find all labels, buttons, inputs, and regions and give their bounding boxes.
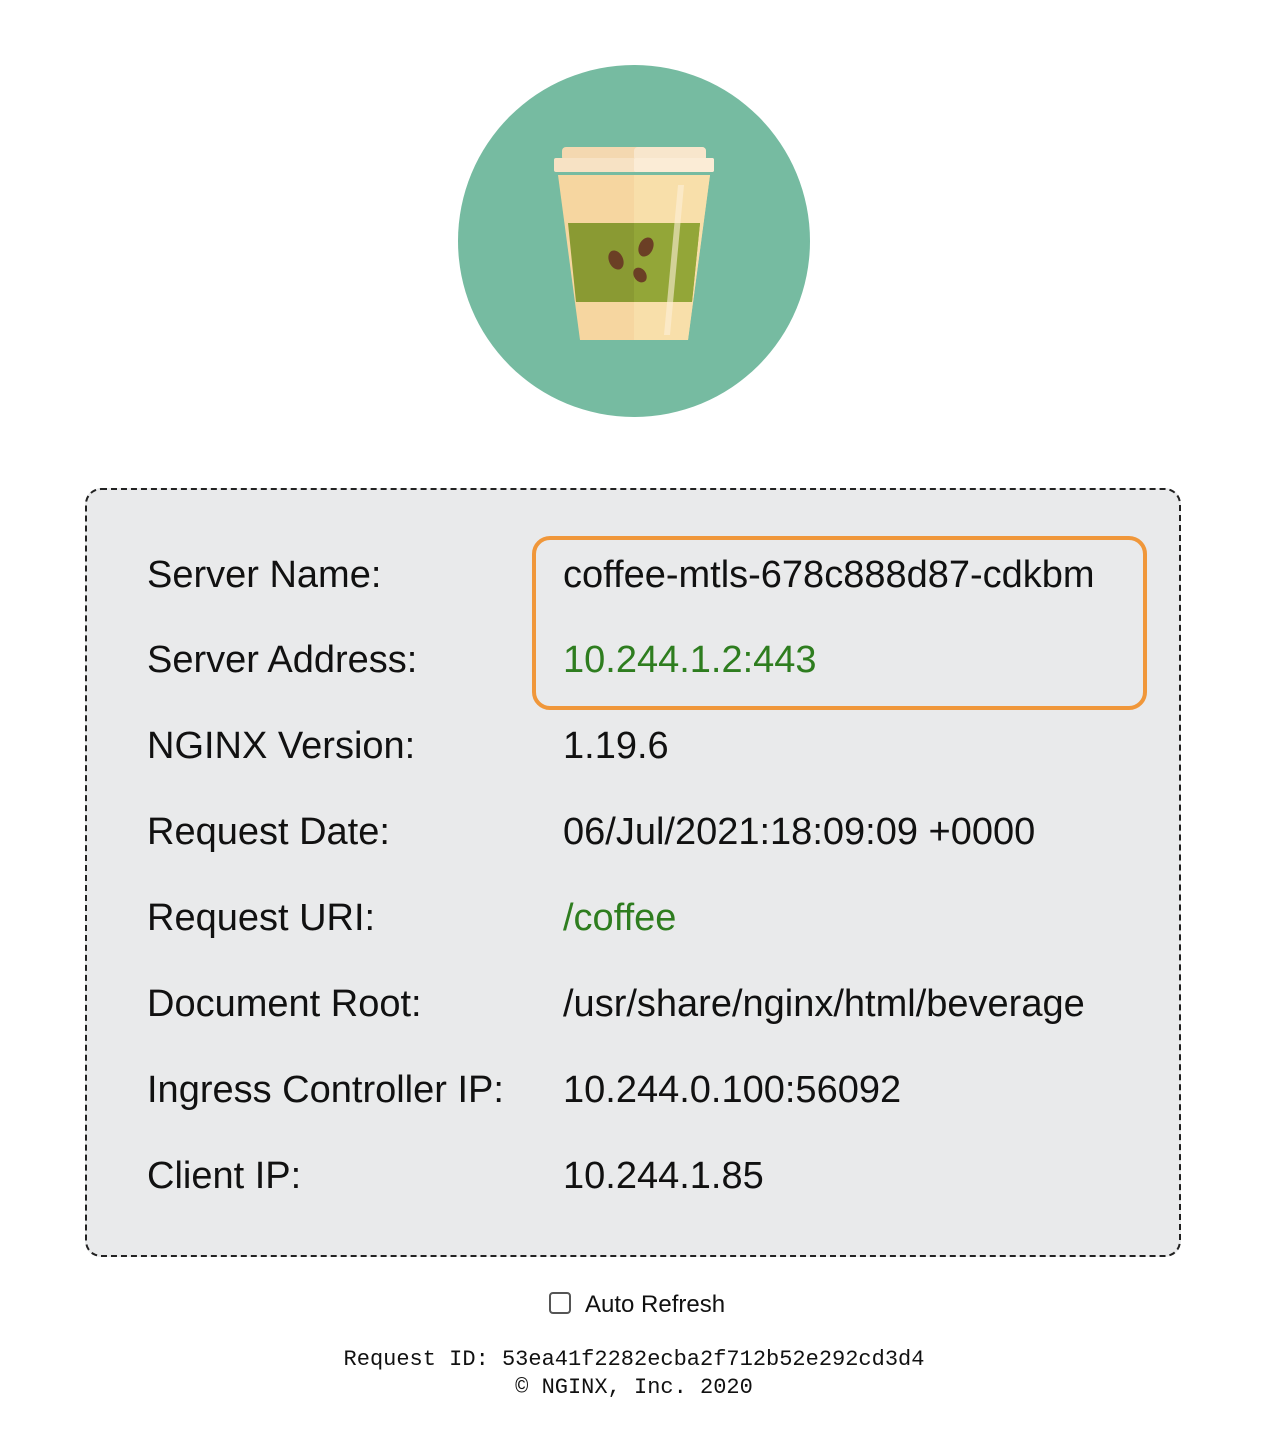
footer: Request ID: 53ea41f2282ecba2f712b52e292c… bbox=[0, 1346, 1268, 1402]
info-row-server-name: Server Name: coffee-mtls-678c888d87-cdkb… bbox=[87, 545, 1179, 605]
client-ip-value: 10.244.1.85 bbox=[563, 1155, 764, 1197]
ingress-controller-ip-label: Ingress Controller IP: bbox=[147, 1069, 504, 1111]
info-row-ingress-controller-ip: Ingress Controller IP: 10.244.0.100:5609… bbox=[87, 1060, 1179, 1120]
coffee-cup-icon bbox=[458, 65, 810, 417]
nginx-version-label: NGINX Version: bbox=[147, 725, 416, 767]
info-row-document-root: Document Root: /usr/share/nginx/html/bev… bbox=[87, 974, 1179, 1034]
info-row-request-uri: Request URI: /coffee bbox=[87, 888, 1179, 948]
request-date-value: 06/Jul/2021:18:09:09 +0000 bbox=[563, 811, 1036, 853]
request-id: Request ID: 53ea41f2282ecba2f712b52e292c… bbox=[343, 1347, 925, 1372]
copyright: © NGINX, Inc. 2020 bbox=[515, 1375, 753, 1400]
auto-refresh-checkbox[interactable] bbox=[549, 1292, 571, 1314]
request-uri-label: Request URI: bbox=[147, 897, 376, 939]
server-name-label: Server Name: bbox=[147, 554, 382, 596]
server-address-label: Server Address: bbox=[147, 639, 418, 681]
server-info-panel: Server Name: coffee-mtls-678c888d87-cdkb… bbox=[85, 488, 1181, 1257]
request-date-label: Request Date: bbox=[147, 811, 390, 853]
nginx-version-value: 1.19.6 bbox=[563, 725, 669, 767]
info-row-server-address: Server Address: 10.244.1.2:443 bbox=[87, 630, 1179, 690]
server-name-value: coffee-mtls-678c888d87-cdkbm bbox=[563, 554, 1095, 596]
auto-refresh-control[interactable]: Auto Refresh bbox=[549, 1290, 725, 1320]
info-row-nginx-version: NGINX Version: 1.19.6 bbox=[87, 716, 1179, 776]
document-root-value: /usr/share/nginx/html/beverage bbox=[563, 983, 1085, 1025]
info-row-client-ip: Client IP: 10.244.1.85 bbox=[87, 1146, 1179, 1206]
client-ip-label: Client IP: bbox=[147, 1155, 302, 1197]
ingress-controller-ip-value: 10.244.0.100:56092 bbox=[563, 1069, 902, 1111]
server-address-value: 10.244.1.2:443 bbox=[563, 639, 817, 681]
auto-refresh-label[interactable]: Auto Refresh bbox=[585, 1291, 725, 1319]
info-row-request-date: Request Date: 06/Jul/2021:18:09:09 +0000 bbox=[87, 802, 1179, 862]
request-uri-value: /coffee bbox=[563, 897, 677, 939]
document-root-label: Document Root: bbox=[147, 983, 422, 1025]
coffee-logo bbox=[458, 65, 810, 417]
